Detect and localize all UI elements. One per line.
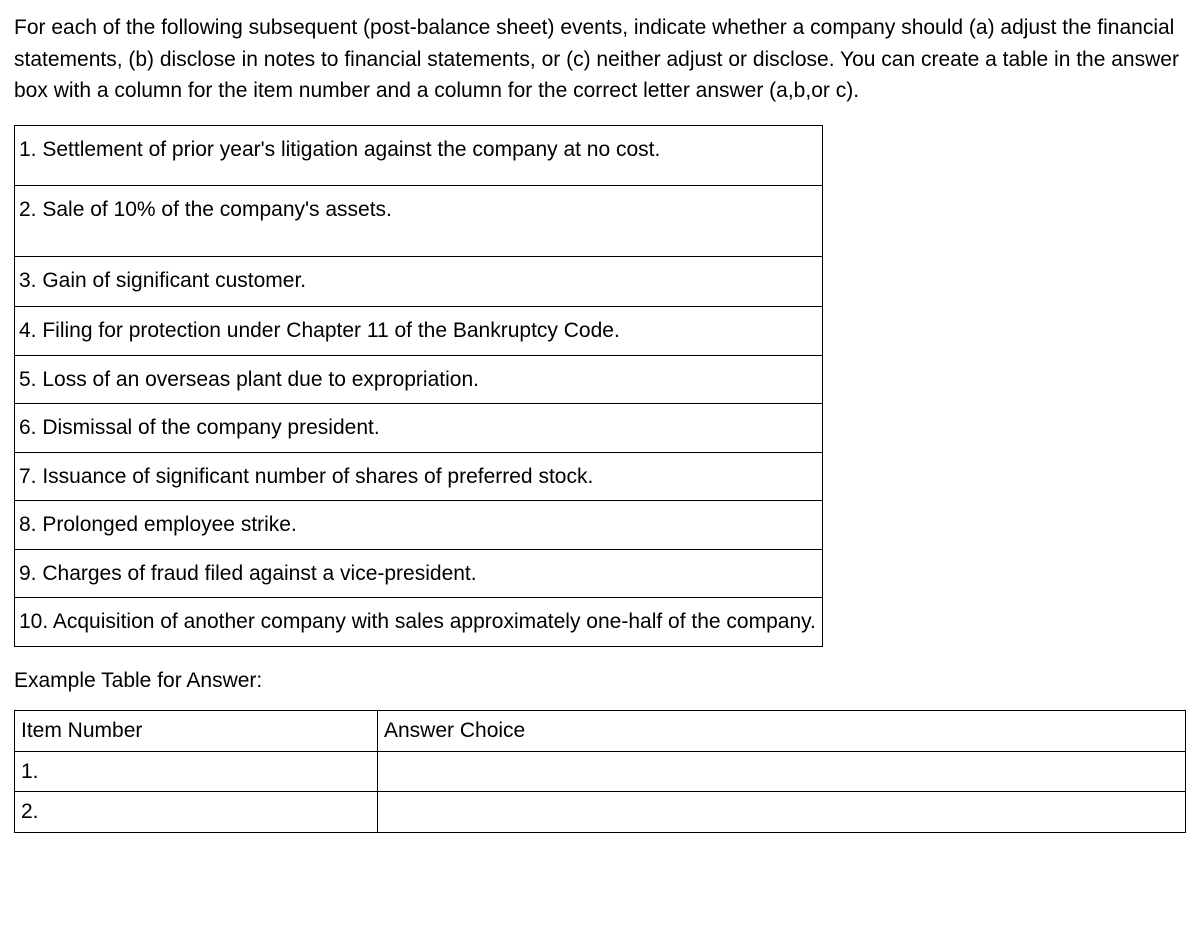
item-cell: 6. Dismissal of the company president. (15, 404, 823, 453)
item-cell: 7. Issuance of significant number of sha… (15, 452, 823, 501)
item-cell: 5. Loss of an overseas plant due to expr… (15, 355, 823, 404)
table-row: 3. Gain of significant customer. (15, 256, 823, 307)
table-row: 4. Filing for protection under Chapter 1… (15, 307, 823, 356)
item-cell: 3. Gain of significant customer. (15, 256, 823, 307)
items-table: 1. Settlement of prior year's litigation… (14, 125, 823, 647)
answer-choice-cell (378, 751, 1186, 792)
table-row: 5. Loss of an overseas plant due to expr… (15, 355, 823, 404)
example-table-label: Example Table for Answer: (14, 665, 1186, 697)
table-row: 2. (15, 792, 1186, 833)
answer-item-number: 2. (15, 792, 378, 833)
header-item-number: Item Number (15, 711, 378, 752)
table-row: 6. Dismissal of the company president. (15, 404, 823, 453)
table-row: 1. Settlement of prior year's litigation… (15, 125, 823, 186)
table-row: Item Number Answer Choice (15, 711, 1186, 752)
item-cell: 2. Sale of 10% of the company's assets. (15, 186, 823, 257)
header-answer-choice: Answer Choice (378, 711, 1186, 752)
table-row: 10. Acquisition of another company with … (15, 598, 823, 647)
answer-choice-cell (378, 792, 1186, 833)
table-row: 1. (15, 751, 1186, 792)
item-cell: 1. Settlement of prior year's litigation… (15, 125, 823, 186)
answer-table: Item Number Answer Choice 1. 2. (14, 710, 1186, 833)
item-cell: 4. Filing for protection under Chapter 1… (15, 307, 823, 356)
table-row: 8. Prolonged employee strike. (15, 501, 823, 550)
table-row: 7. Issuance of significant number of sha… (15, 452, 823, 501)
item-cell: 10. Acquisition of another company with … (15, 598, 823, 647)
table-row: 2. Sale of 10% of the company's assets. (15, 186, 823, 257)
item-cell: 8. Prolonged employee strike. (15, 501, 823, 550)
question-intro: For each of the following subsequent (po… (14, 12, 1186, 107)
item-cell: 9. Charges of fraud filed against a vice… (15, 549, 823, 598)
answer-item-number: 1. (15, 751, 378, 792)
table-row: 9. Charges of fraud filed against a vice… (15, 549, 823, 598)
